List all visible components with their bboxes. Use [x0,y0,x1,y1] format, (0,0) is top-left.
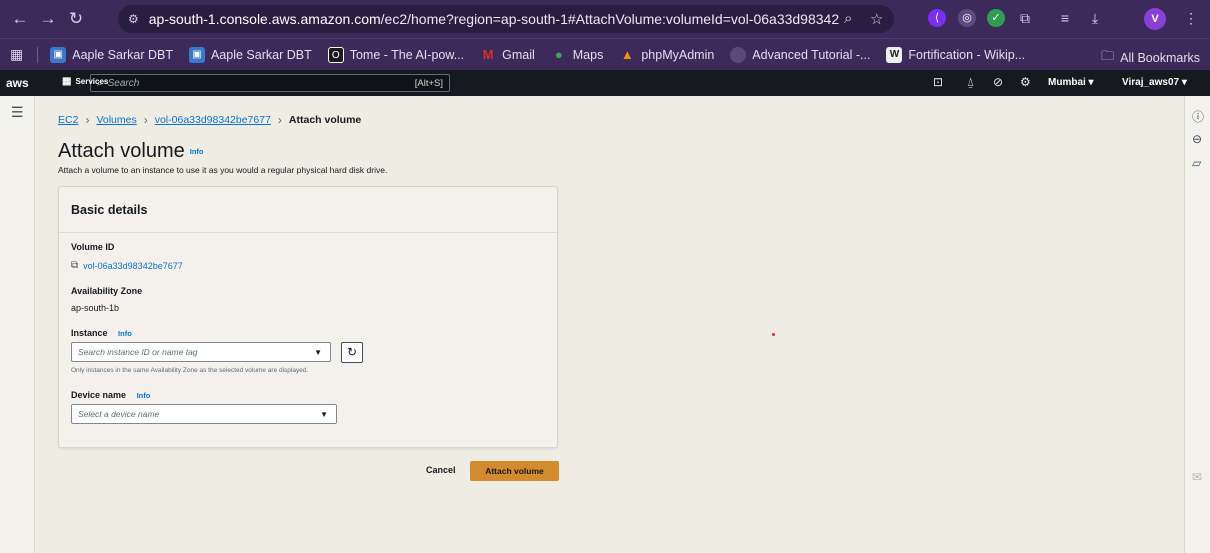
caret-down-icon: ▼ [314,347,322,357]
bookmark-favicon: ▣ [50,46,67,63]
menu-kebab-icon[interactable]: ⋮ [1182,9,1200,27]
chevron-right-icon: › [277,113,282,127]
services-grid-icon: ▦ [62,76,72,87]
extension-icon-2[interactable]: ◎ [958,9,976,27]
device-info-link[interactable]: Info [137,391,151,400]
help-icon[interactable]: ⊘ [993,75,1003,89]
reload-icon[interactable]: ↻ [62,9,90,29]
account-menu[interactable]: Viraj_aws07 ▾ [1122,77,1187,88]
breadcrumb-volume-id[interactable]: vol-06a33d98342be7677 [155,114,271,126]
notification-tray-icon[interactable]: ✉ [1192,470,1202,484]
bookmark-item[interactable]: ● Maps [551,47,604,63]
instance-label: Instance Info [71,328,132,339]
back-icon[interactable]: ← [6,9,34,29]
folder-icon: 🗀 [1101,48,1115,63]
info-link[interactable]: Info [190,147,204,156]
az-value: ap-south-1b [71,303,120,313]
bookmark-item[interactable]: O Tome - The AI-pow... [327,46,464,63]
refresh-button[interactable]: ↻ [341,342,363,363]
caret-down-icon: ▼ [320,409,328,419]
extensions-puzzle-icon[interactable]: ⧉ [1016,9,1034,27]
site-info-icon[interactable]: ⚙ [128,12,139,26]
bookmark-favicon: O [327,46,344,63]
chevron-right-icon: › [143,113,148,127]
bookmark-item[interactable]: ▣ Aaple Sarkar DBT [50,46,173,63]
right-side-rail: ⓘ ⊖ ▱ ✉ [1184,96,1210,553]
device-name-select[interactable]: Select a device name ▼ [71,404,337,424]
profile-avatar[interactable]: V [1144,8,1166,30]
aws-top-nav: aws ⌕ Search [Alt+S] ⊡ ⍙ ⊘ ⚙ Mumbai ▾ Vi… [0,70,1210,96]
bookmark-favicon: ▣ [188,46,205,63]
settings-gear-icon[interactable]: ⚙ [1020,75,1031,89]
device-name-label: Device name Info [71,390,151,401]
cursor-dot [772,333,775,336]
zoom-icon[interactable]: ⌕ [844,10,852,27]
breadcrumb: EC2 › Volumes › vol-06a33d98342be7677 › … [58,113,361,127]
breadcrumb-ec2[interactable]: EC2 [58,114,78,126]
feedback-icon[interactable]: ▱ [1192,156,1201,170]
extension-icon-1[interactable]: ⟨ [928,9,946,27]
bookmark-favicon [730,46,747,63]
instance-hint: Only instances in the same Availability … [71,367,309,374]
bookmark-divider [37,46,39,63]
browser-toolbar: ← → ↻ ⚙ ap-south-1.console.aws.amazon.co… [0,0,1210,38]
all-bookmarks-button[interactable]: 🗀 All Bookmarks [1101,47,1200,69]
bookmark-star-icon[interactable]: ☆ [870,10,883,28]
page-title: Attach volume Info [58,140,204,162]
tutorial-icon[interactable]: ⊖ [1192,132,1202,146]
page-description: Attach a volume to an instance to use it… [58,165,388,175]
gmail-icon: M [482,46,494,62]
cloudshell-icon[interactable]: ⊡ [933,75,943,89]
cancel-button[interactable]: Cancel [426,465,456,475]
instance-info-link[interactable]: Info [118,329,132,338]
bookmarks-bar: ▦ ▣ Aaple Sarkar DBT ▣ Aaple Sarkar DBT OT… [0,38,1210,70]
instance-select[interactable]: Search instance ID or name tag ▼ [71,342,331,362]
az-label: Availability Zone [71,286,143,296]
bookmark-item[interactable]: M Gmail [480,47,535,63]
info-circle-icon[interactable]: ⓘ [1192,108,1204,125]
address-bar[interactable]: ⚙ ap-south-1.console.aws.amazon.com/ec2/… [118,5,894,33]
phpmyadmin-icon: ▲ [620,46,634,62]
extension-shield-icon[interactable]: ✓ [987,9,1005,27]
chevron-right-icon: › [85,113,90,127]
volume-id-link[interactable]: ⧉ vol-06a33d98342be7677 [71,260,183,271]
bookmark-item[interactable]: Advanced Tutorial -... [730,46,870,63]
aws-logo[interactable]: aws [6,76,40,90]
panel-heading: Basic details [59,187,557,233]
left-side-rail: ☰ [0,96,35,553]
search-input[interactable]: ⌕ Search [Alt+S] [90,74,450,92]
bookmark-item[interactable]: ▣ Aaple Sarkar DBT [188,46,312,63]
url-text[interactable]: ap-south-1.console.aws.amazon.com/ec2/ho… [149,11,839,27]
reading-list-icon[interactable]: ≡ [1056,9,1074,27]
download-icon[interactable]: ⤓ [1086,9,1104,27]
bookmark-item[interactable]: W Fortification - Wikip... [886,46,1025,63]
forward-icon[interactable]: → [34,9,62,29]
basic-details-panel: Basic details Volume ID ⧉ vol-06a33d9834… [58,186,558,448]
copy-icon[interactable]: ⧉ [71,260,78,271]
notifications-bell-icon[interactable]: ⍙ [967,75,974,90]
breadcrumb-current: Attach volume [288,114,362,126]
region-selector[interactable]: Mumbai ▾ [1048,77,1094,88]
maps-icon: ● [554,46,563,62]
services-menu-button[interactable]: ▦ Services [62,76,108,87]
wikipedia-icon: W [886,46,903,63]
menu-hamburger-icon[interactable]: ☰ [11,104,24,121]
apps-grid-icon[interactable]: ▦ [10,46,23,63]
attach-volume-button[interactable]: Attach volume [470,461,559,481]
breadcrumb-volumes[interactable]: Volumes [96,114,136,126]
refresh-icon: ↻ [346,345,358,359]
volume-id-label: Volume ID [71,242,115,252]
bookmark-item[interactable]: ▲ phpMyAdmin [619,47,714,63]
